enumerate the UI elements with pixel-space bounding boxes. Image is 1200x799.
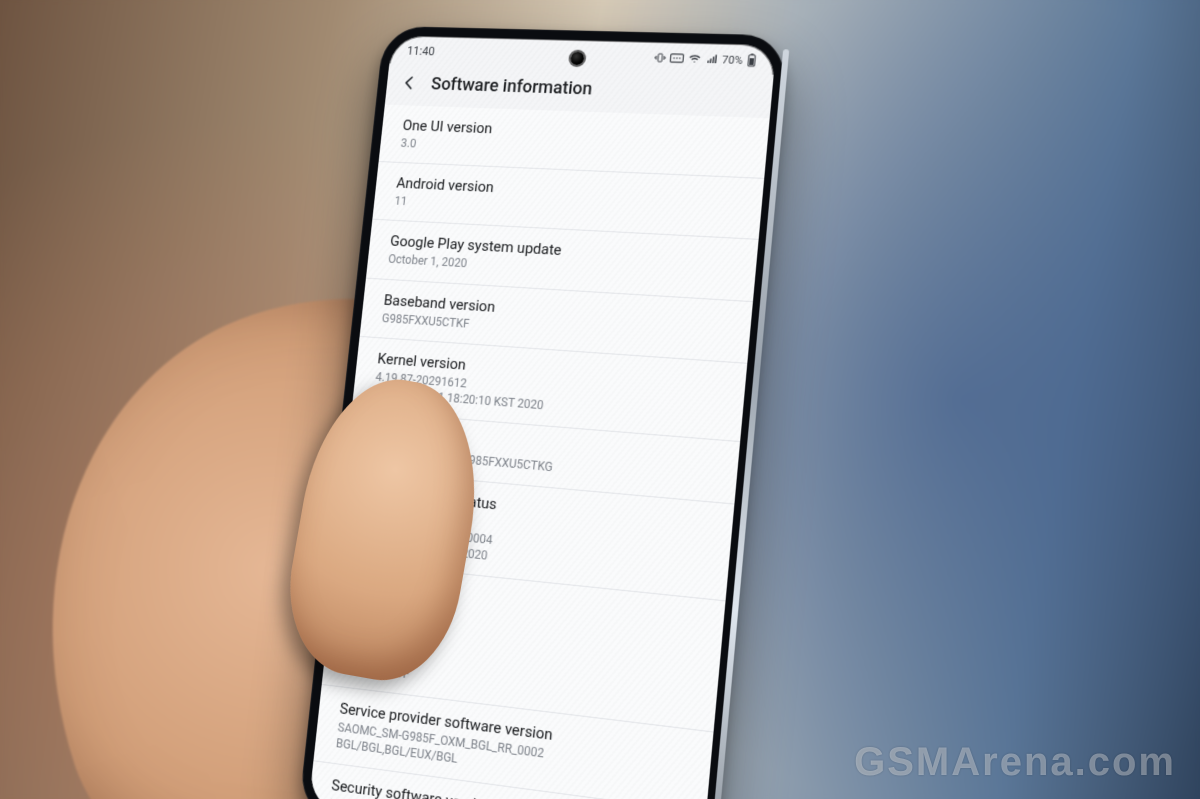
wifi-icon xyxy=(687,53,702,65)
status-icons: 70% xyxy=(653,51,757,67)
vibrate-icon xyxy=(653,52,666,64)
back-button[interactable] xyxy=(395,69,423,96)
page-title: Software information xyxy=(430,74,593,99)
status-time: 11:40 xyxy=(406,44,435,58)
signal-icon xyxy=(705,53,719,65)
battery-icon xyxy=(746,53,757,67)
volte-icon xyxy=(669,52,684,64)
battery-text: 70% xyxy=(722,53,744,66)
chevron-left-icon xyxy=(399,73,419,92)
watermark-text: GSMArena.com xyxy=(854,740,1176,785)
photo-scene: 11:40 70% xyxy=(0,0,1200,799)
